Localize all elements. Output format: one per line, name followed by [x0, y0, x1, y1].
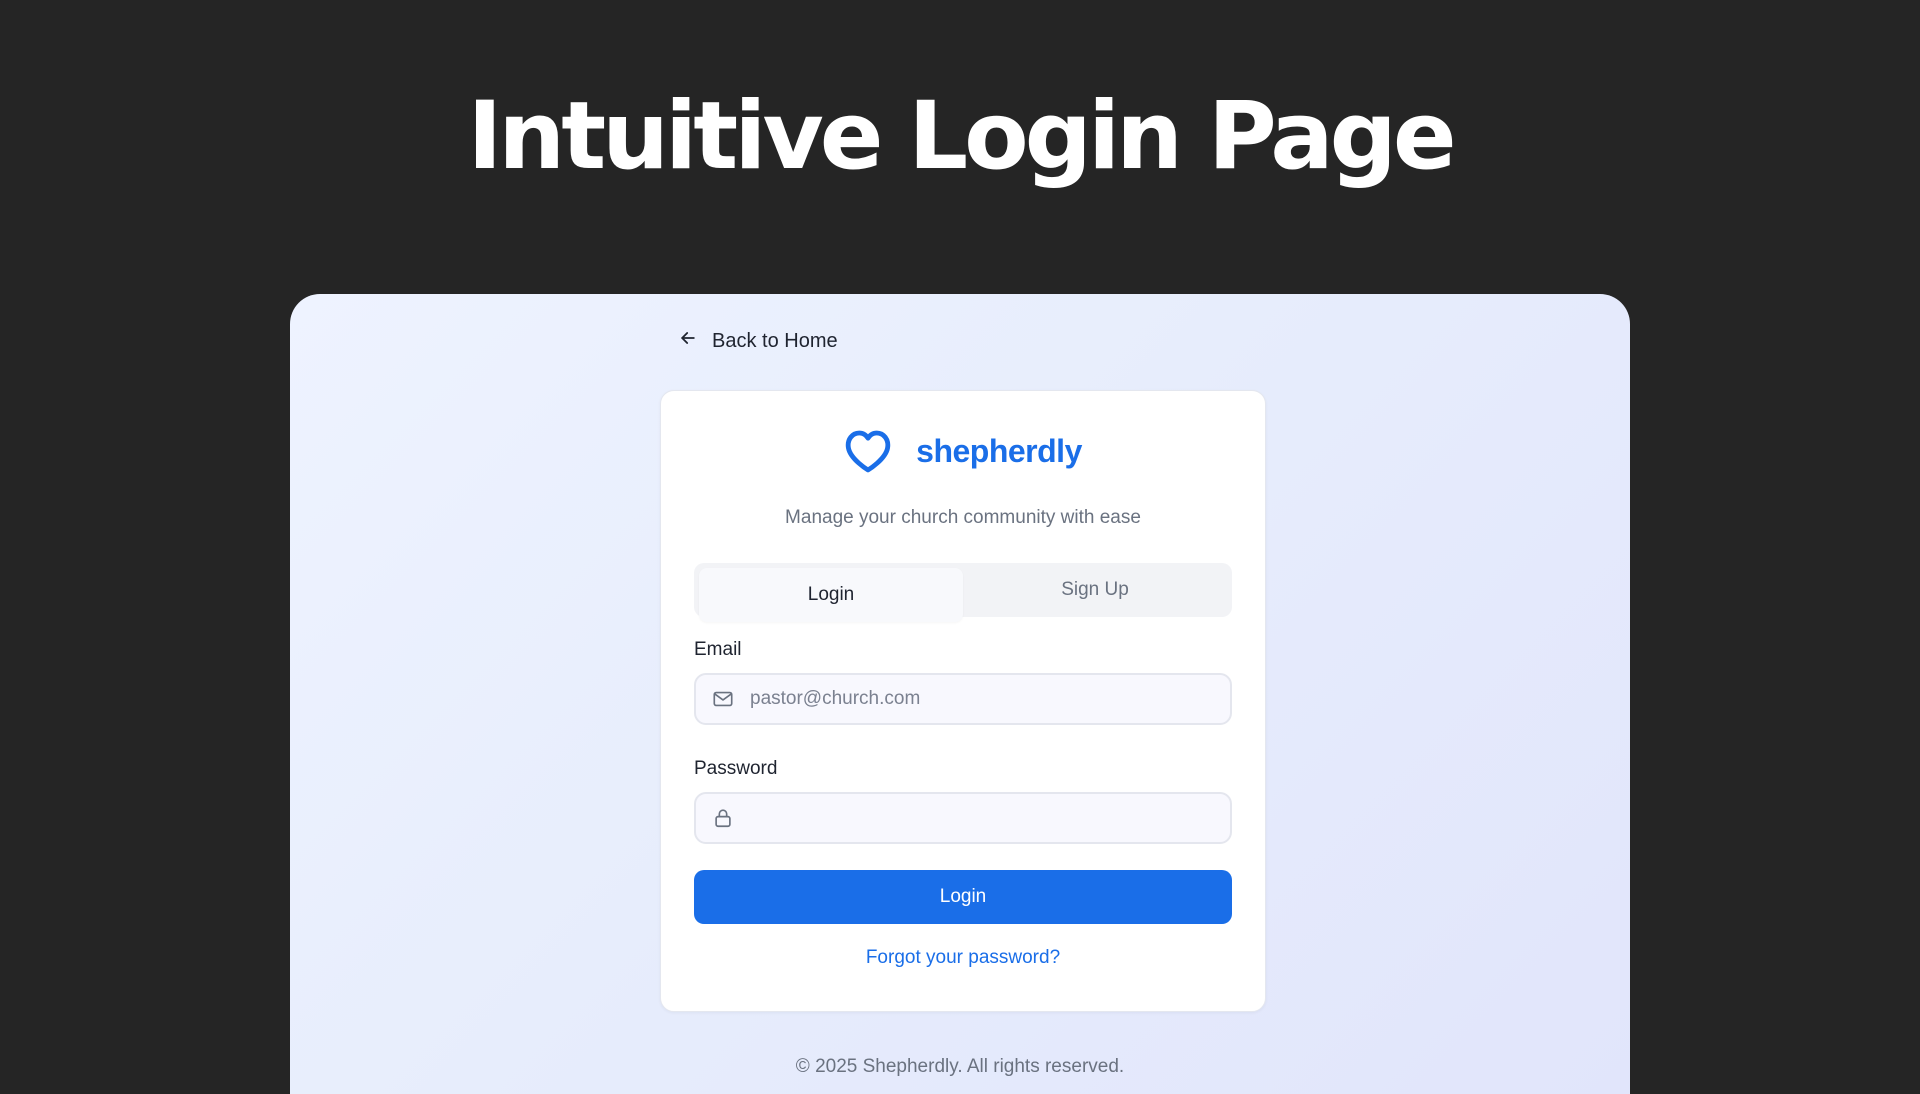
heart-icon: [844, 429, 892, 473]
hero-title: Intuitive Login Page: [467, 82, 1456, 191]
brand-name: shepherdly: [916, 432, 1082, 469]
tab-login[interactable]: Login: [699, 568, 963, 622]
login-button[interactable]: Login: [694, 870, 1232, 924]
arrow-left-icon: [678, 328, 698, 354]
app-window: Back to Home shepherdly Manage your chur…: [290, 294, 1630, 1094]
email-field[interactable]: pastor@church.com: [694, 673, 1232, 725]
email-placeholder: pastor@church.com: [750, 688, 921, 709]
password-field[interactable]: [694, 792, 1232, 844]
brand: shepherdly: [661, 429, 1265, 473]
lock-icon: [712, 807, 734, 829]
back-to-home-link[interactable]: Back to Home: [678, 328, 838, 354]
footer-copyright: © 2025 Shepherdly. All rights reserved.: [795, 1056, 1125, 1077]
tab-sign-up[interactable]: Sign Up: [963, 563, 1227, 617]
mail-icon: [712, 688, 734, 710]
login-card: shepherdly Manage your church community …: [660, 390, 1266, 1012]
tagline: Manage your church community with ease: [785, 507, 1141, 528]
auth-tabs: Login Sign Up: [694, 563, 1232, 622]
email-label: Email: [694, 639, 742, 660]
forgot-password-link[interactable]: Forgot your password?: [661, 947, 1265, 969]
back-to-home-label: Back to Home: [712, 329, 838, 352]
password-label: Password: [694, 758, 778, 779]
